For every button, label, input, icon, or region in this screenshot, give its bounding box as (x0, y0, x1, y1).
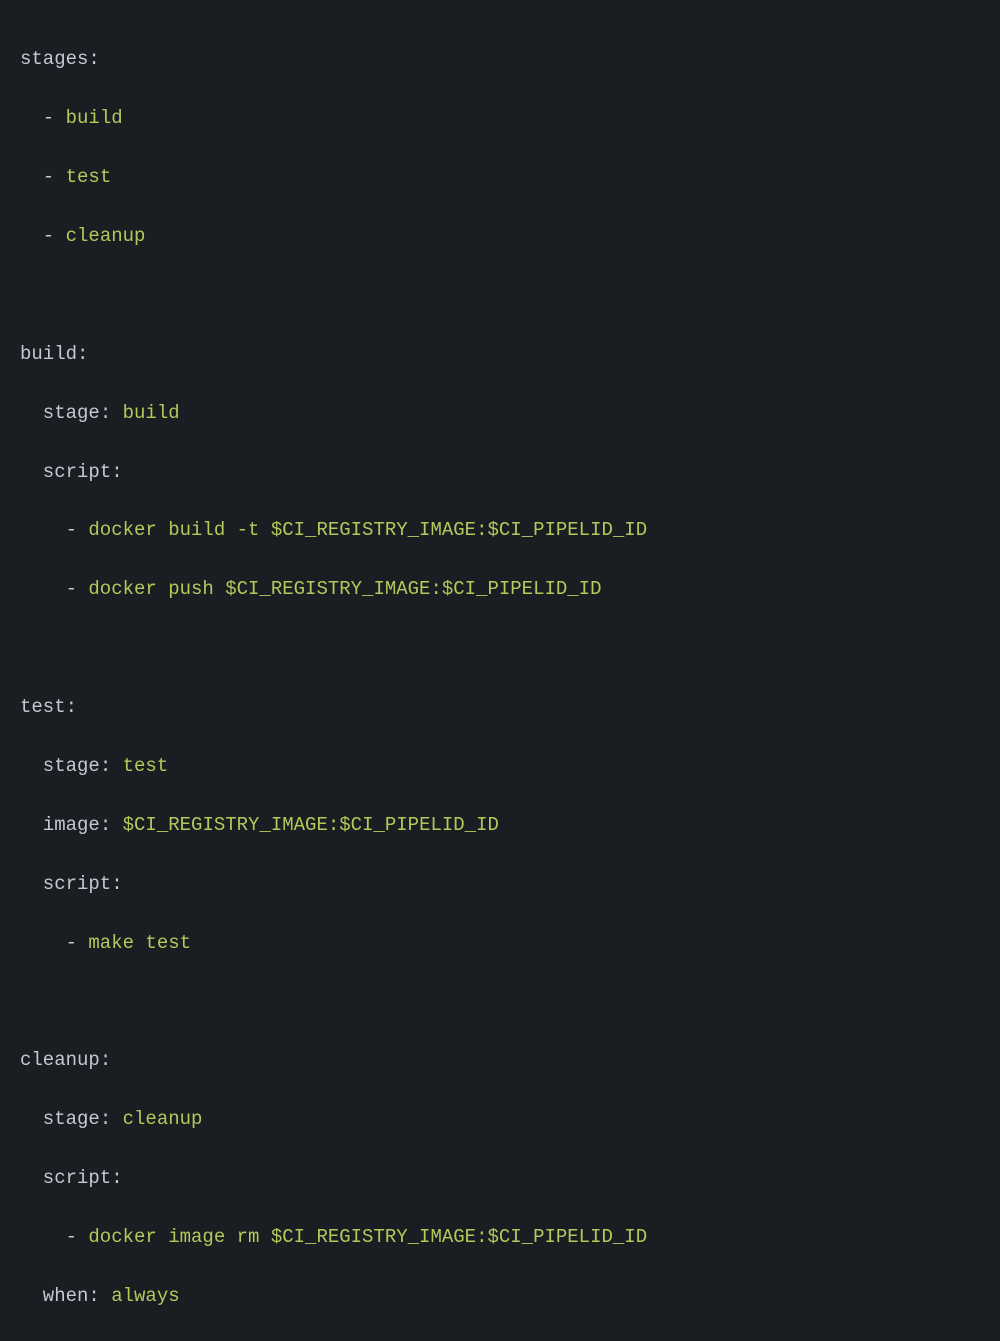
yaml-code-block: stages: - build - test - cleanup build: … (20, 16, 980, 1341)
cleanup-when-line: when: always (20, 1282, 980, 1311)
script-key: script (43, 1167, 111, 1189)
cleanup-job-header: cleanup: (20, 1046, 980, 1075)
stage-key: stage (43, 1108, 100, 1130)
blank-line (20, 634, 980, 663)
script-item: - docker build -t $CI_REGISTRY_IMAGE:$CI… (20, 516, 980, 545)
build-stage-line: stage: build (20, 399, 980, 428)
blank-line (20, 281, 980, 310)
script-command: docker push $CI_REGISTRY_IMAGE:$CI_PIPEL… (88, 578, 601, 600)
script-command: make test (88, 932, 191, 954)
image-value: $CI_REGISTRY_IMAGE:$CI_PIPELID_ID (123, 814, 499, 836)
test-image-line: image: $CI_REGISTRY_IMAGE:$CI_PIPELID_ID (20, 811, 980, 840)
script-key: script (43, 873, 111, 895)
when-value: always (111, 1285, 179, 1307)
image-key: image (43, 814, 100, 836)
stages-item: - cleanup (20, 222, 980, 251)
stages-key: stages (20, 48, 88, 70)
script-item: - docker push $CI_REGISTRY_IMAGE:$CI_PIP… (20, 575, 980, 604)
script-command: docker build -t $CI_REGISTRY_IMAGE:$CI_P… (88, 519, 647, 541)
job-name: test (20, 696, 66, 718)
stage-value: test (123, 755, 169, 777)
test-script-header: script: (20, 870, 980, 899)
stage-value: build (123, 402, 180, 424)
stage-key: stage (43, 402, 100, 424)
job-name: cleanup (20, 1049, 100, 1071)
stages-item: - build (20, 104, 980, 133)
stages-header: stages: (20, 45, 980, 74)
stage-key: stage (43, 755, 100, 777)
when-key: when (43, 1285, 89, 1307)
test-stage-line: stage: test (20, 752, 980, 781)
cleanup-stage-line: stage: cleanup (20, 1105, 980, 1134)
script-item: - make test (20, 929, 980, 958)
job-name: build (20, 343, 77, 365)
stage-name: build (66, 107, 123, 129)
script-command: docker image rm $CI_REGISTRY_IMAGE:$CI_P… (88, 1226, 647, 1248)
stage-value: cleanup (123, 1108, 203, 1130)
build-script-header: script: (20, 458, 980, 487)
stage-name: cleanup (66, 225, 146, 247)
build-job-header: build: (20, 340, 980, 369)
script-key: script (43, 461, 111, 483)
script-item: - docker image rm $CI_REGISTRY_IMAGE:$CI… (20, 1223, 980, 1252)
blank-line (20, 987, 980, 1016)
stage-name: test (66, 166, 112, 188)
cleanup-script-header: script: (20, 1164, 980, 1193)
stages-item: - test (20, 163, 980, 192)
test-job-header: test: (20, 693, 980, 722)
